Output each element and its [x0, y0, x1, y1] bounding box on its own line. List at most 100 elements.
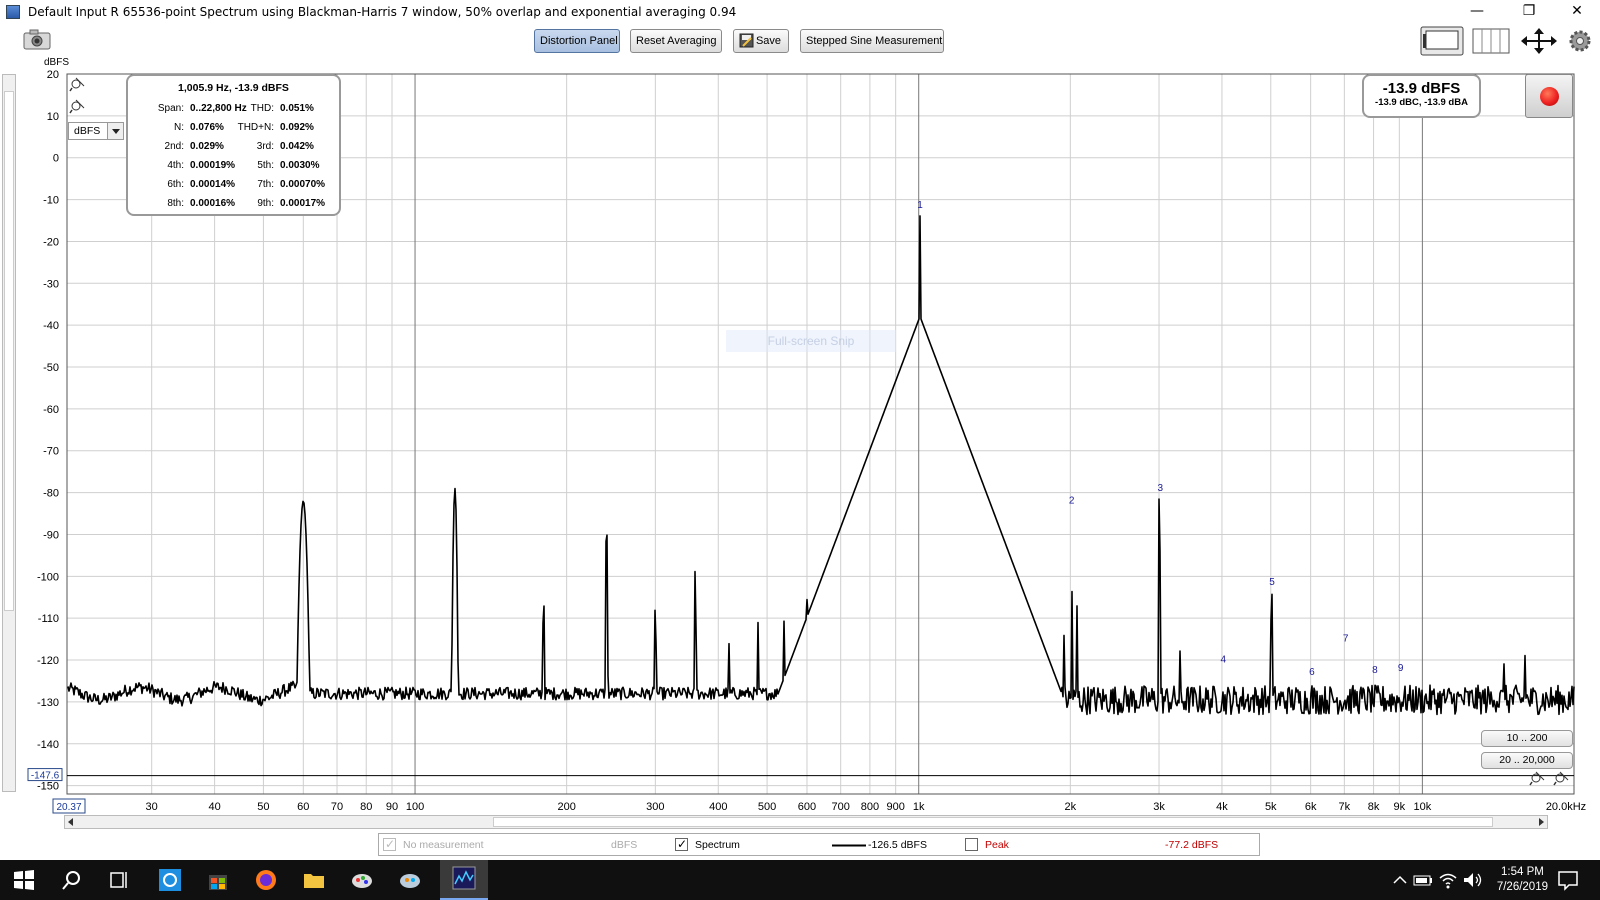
peak-label: Peak	[985, 839, 1009, 851]
info-row: N: 0.076% THD+N: 0.092%	[128, 122, 339, 141]
scroll-left-icon[interactable]	[67, 818, 75, 826]
info-label: Span:	[157, 103, 184, 114]
info-header: 1,005.9 Hz, -13.9 dBFS	[178, 82, 289, 94]
spectrum-value: -126.5 dBFS	[868, 839, 927, 851]
paint3d-icon[interactable]	[398, 868, 422, 892]
wifi-icon[interactable]	[1436, 868, 1460, 892]
unit-select-value: dBFS	[74, 125, 101, 137]
x-tick-label: 20.0kHz	[1546, 801, 1586, 813]
spectrum-line-swatch	[832, 844, 866, 847]
x-tick-label: 3k	[1153, 801, 1165, 813]
x-tick-label: 400	[709, 801, 727, 813]
search-icon[interactable]	[60, 868, 84, 892]
file-explorer-icon[interactable]	[302, 868, 326, 892]
harmonic-marker-label: 7	[1343, 634, 1349, 645]
range-20-20000-button[interactable]: 20 .. 20,000	[1481, 752, 1573, 769]
record-button[interactable]	[1525, 74, 1573, 118]
windows-start-icon[interactable]	[12, 868, 36, 892]
info-value: 0.029%	[190, 141, 224, 152]
app-blue-icon[interactable]	[158, 868, 182, 892]
x-tick-label: 500	[758, 801, 776, 813]
range-10-200-button[interactable]: 10 .. 200	[1481, 730, 1573, 747]
y-tick-label: -120	[37, 655, 59, 667]
distortion-info-box: 1,005.9 Hz, -13.9 dBFS Span: 0..22,800 Hz…	[126, 74, 341, 216]
firefox-icon[interactable]	[254, 868, 278, 892]
volume-icon[interactable]	[1460, 868, 1484, 892]
zoom-in-y-icon[interactable]	[69, 77, 85, 92]
y-tick-label: -130	[37, 697, 59, 709]
info-row: 8th: 0.00016% 9th: 0.00017%	[128, 198, 339, 217]
info-label: 6th:	[167, 179, 184, 190]
y-tick-label: -70	[43, 446, 59, 458]
info-value: 0..22,800 Hz	[190, 103, 247, 114]
start-freq-label-box[interactable]: 20.37	[52, 798, 86, 814]
x-tick-label: 2k	[1065, 801, 1077, 813]
y-tick-label: -110	[38, 613, 59, 625]
horizontal-scroll-thumb[interactable]	[493, 817, 1493, 827]
x-tick-label: 200	[557, 801, 575, 813]
clock-date: 7/26/2019	[1496, 881, 1548, 893]
unit-select[interactable]: dBFS	[68, 122, 124, 140]
x-tick-label: 700	[832, 801, 850, 813]
battery-icon[interactable]	[1411, 868, 1435, 892]
scroll-right-icon[interactable]	[1537, 818, 1545, 826]
x-axis-labels: 30 40 50 60 70 80 90 100 200 300 400 500 600 700 800 90…	[146, 801, 1587, 813]
rew-taskbar-button[interactable]	[440, 860, 488, 900]
y-tick-label: -140	[37, 739, 59, 751]
horizontal-scrollbar[interactable]	[64, 815, 1548, 829]
x-tick-label: 50	[257, 801, 269, 813]
store-icon[interactable]	[206, 868, 230, 892]
peak-checkbox[interactable]	[965, 838, 978, 851]
x-tick-label: 100	[406, 801, 424, 813]
x-tick-label: 60	[297, 801, 309, 813]
y-tick-label: 20	[47, 69, 59, 81]
y-tick-label: -40	[43, 320, 59, 332]
no-measurement-unit: dBFS	[611, 839, 638, 851]
harmonic-marker-label: 8	[1372, 665, 1378, 676]
record-icon	[1540, 87, 1559, 106]
info-value: 0.042%	[280, 141, 314, 152]
y-tick-label: -20	[43, 236, 59, 248]
zoom-out-x-icon[interactable]	[1553, 771, 1569, 786]
y-axis-unit: dBFS	[44, 57, 69, 68]
info-label: 3rd:	[256, 141, 274, 152]
y-axis-labels: 20 10 0 -10 -20 -30 -40 -50 -60 -70 -80 -90 -100 -110…	[37, 69, 59, 793]
info-value: 0.0030%	[280, 160, 320, 171]
y-tick-label: -150	[37, 781, 59, 793]
chevron-down-icon[interactable]	[107, 123, 123, 139]
harmonic-marker-label: 5	[1269, 577, 1275, 588]
x-tick-label: 900	[886, 801, 904, 813]
info-value: 0.00016%	[190, 198, 236, 209]
info-row: 6th: 0.00014% 7th: 0.00070%	[128, 179, 339, 198]
info-value: 0.00070%	[280, 179, 326, 190]
notifications-icon[interactable]	[1556, 868, 1580, 892]
harmonic-marker-label: 3	[1158, 483, 1164, 494]
system-clock[interactable]: 1:54 PM 7/26/2019	[1497, 865, 1548, 895]
y-tick-label: 10	[47, 111, 59, 123]
zoom-in-x-icon[interactable]	[1529, 771, 1545, 786]
harmonic-marker-label: 2	[1069, 495, 1075, 506]
x-tick-label: 4k	[1216, 801, 1228, 813]
y-tick-label: -90	[43, 529, 59, 541]
x-tick-label: 10k	[1414, 801, 1432, 813]
tray-chevron-up-icon[interactable]	[1388, 868, 1412, 892]
x-tick-label: 90	[386, 801, 398, 813]
info-label: 2nd:	[164, 141, 184, 152]
start-freq-label: 20.37	[56, 802, 81, 813]
snip-overlay: Full-screen Snip	[726, 330, 896, 352]
info-row: 2nd: 0.029% 3rd: 0.042%	[128, 141, 339, 160]
spectrum-checkbox[interactable]	[675, 837, 688, 851]
y-tick-label: -10	[43, 195, 59, 207]
ref-level-label-box[interactable]: -147.6	[27, 768, 63, 782]
task-view-icon[interactable]	[107, 868, 131, 892]
info-value: 0.00014%	[190, 179, 236, 190]
info-value: 0.092%	[280, 122, 314, 133]
x-tick-label: 800	[861, 801, 879, 813]
spectrum-label: Spectrum	[695, 839, 740, 851]
x-tick-label: 6k	[1305, 801, 1317, 813]
legend-bar: No measurement dBFS Spectrum -126.5 dBFS…	[378, 833, 1260, 856]
y-tick-label: -100	[37, 571, 59, 583]
paint-icon[interactable]	[350, 868, 374, 892]
zoom-out-y-icon[interactable]	[69, 99, 85, 114]
no-measurement-checkbox	[383, 837, 396, 851]
